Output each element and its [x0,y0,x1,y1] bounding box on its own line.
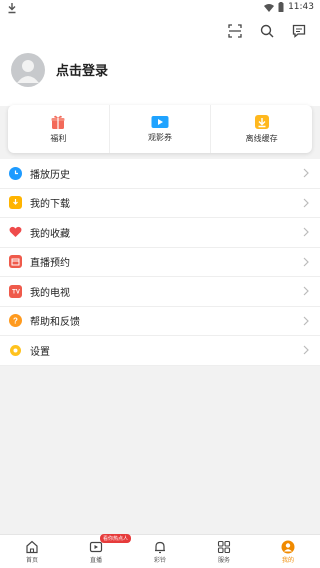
svg-text:TV: TV [12,290,20,296]
quick-actions-card: 福利 观影券 离线缓存 [8,105,312,153]
help-icon: ? [9,314,22,328]
chevron-right-icon [303,257,309,266]
search-icon[interactable] [258,22,276,40]
avatar[interactable] [11,53,45,87]
chevron-right-icon [303,316,309,325]
tab-label: 首页 [25,556,38,564]
svg-text:?: ? [13,317,18,326]
menu-item-label: 我的收藏 [30,228,70,240]
tab-mine[interactable]: 我的 [256,535,320,568]
scan-icon[interactable] [226,22,244,40]
download-icon [9,196,22,210]
ticket-icon [151,116,169,128]
status-bar: 11:43 [0,0,320,16]
avatar-icon [17,60,39,83]
status-time: 11:43 [288,2,314,12]
battery-icon [278,2,284,12]
gift-icon [51,115,65,129]
chevron-right-icon [303,227,309,237]
download-status-icon [8,3,16,14]
profile-icon [281,540,295,553]
tab-label: 彩铃 [153,556,166,564]
home-icon [26,540,38,553]
tab-home[interactable]: 首页 [0,535,64,568]
tab-ringtone[interactable]: 彩铃 [128,535,192,568]
bottom-tab-bar: 首页 看你热点人 直播 彩铃 服务 我的 [0,534,320,568]
quick-label: 福利 [50,134,67,143]
menu-item-downloads[interactable]: 我的下载 [0,189,320,218]
chevron-right-icon [303,286,309,296]
menu-item-label: 我的电视 [30,287,70,299]
bell-icon [155,541,165,553]
message-icon[interactable] [290,22,308,40]
quick-ticket[interactable]: 观影券 [108,105,211,153]
chevron-right-icon [303,345,309,355]
menu-item-label: 我的下载 [30,199,70,211]
settings-icon [9,344,22,357]
menu-item-my-tv[interactable]: TV 我的电视 [0,277,320,307]
grid-icon [217,540,231,553]
quick-label: 观影券 [148,133,172,142]
tv-icon: TV [9,284,22,298]
profile-header: 点击登录 [0,16,320,106]
menu-item-label: 设置 [30,346,50,358]
clock-icon [9,166,22,180]
menu-item-settings[interactable]: 设置 [0,336,320,366]
tab-live[interactable]: 看你热点人 直播 [64,534,132,568]
download-cache-icon [254,115,269,129]
quick-offline-cache[interactable]: 离线缓存 [210,105,312,153]
login-link[interactable]: 点击登录 [56,60,108,79]
tab-label: 直播 [89,556,102,564]
quick-welfare[interactable]: 福利 [8,105,109,153]
menu-item-help-feedback[interactable]: ? 帮助和反馈 [0,307,320,336]
wifi-icon [264,3,275,12]
tab-services[interactable]: 服务 [192,535,256,568]
menu-list: 播放历史 我的下载 我的收藏 直播预约 TV 我的电视 ? 帮助和反馈 设置 [0,159,320,366]
menu-item-label: 直播预约 [30,258,70,270]
quick-label: 离线缓存 [245,134,278,143]
menu-item-label: 帮助和反馈 [30,317,80,329]
tab-label: 我的 [281,556,294,564]
chevron-right-icon [303,198,309,207]
tab-label: 服务 [217,556,230,564]
calendar-icon [9,255,22,269]
menu-item-favorites[interactable]: 我的收藏 [0,218,320,248]
menu-item-label: 播放历史 [30,169,70,181]
menu-item-history[interactable]: 播放历史 [0,159,320,189]
chevron-right-icon [303,168,309,178]
heart-icon [9,226,22,239]
live-badge: 看你热点人 [100,534,132,543]
menu-item-live-reservation[interactable]: 直播预约 [0,248,320,277]
